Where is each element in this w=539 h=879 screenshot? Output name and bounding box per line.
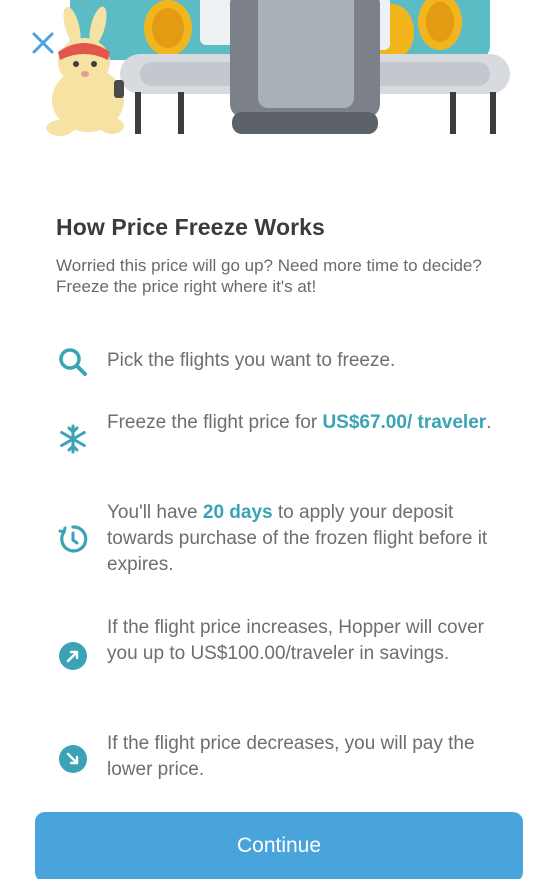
step-text-pre: Freeze the flight price for (107, 412, 323, 433)
timer-icon (56, 522, 90, 556)
step-text: Pick the flights you want to freeze. (107, 350, 396, 371)
snowflake-icon (56, 422, 90, 456)
page-title: How Price Freeze Works (56, 214, 325, 240)
intro-section: How Price Freeze Works Worried this pric… (56, 214, 516, 297)
step-text-post: . (486, 412, 492, 433)
continue-button[interactable]: Continue (35, 812, 523, 879)
arrow-up-right-icon (56, 639, 90, 673)
step-text: Freeze the flight price for US$67.00/ tr… (107, 410, 507, 436)
hero-illustration (0, 0, 539, 150)
step-text: If the flight price increases, Hopper wi… (107, 617, 484, 664)
close-button[interactable] (26, 26, 60, 60)
step-text: If the flight price decreases, you will … (107, 733, 475, 780)
arrow-down-right-icon (56, 742, 90, 776)
step-text-pre: You'll have (107, 502, 203, 523)
freeze-price-highlight: US$67.00/ traveler (322, 412, 487, 433)
days-highlight: 20 days (202, 502, 273, 523)
page-subtitle: Worried this price will go up? Need more… (56, 256, 482, 296)
close-icon (32, 32, 54, 54)
search-icon (56, 345, 90, 379)
step-text: You'll have 20 days to apply your deposi… (107, 500, 507, 578)
